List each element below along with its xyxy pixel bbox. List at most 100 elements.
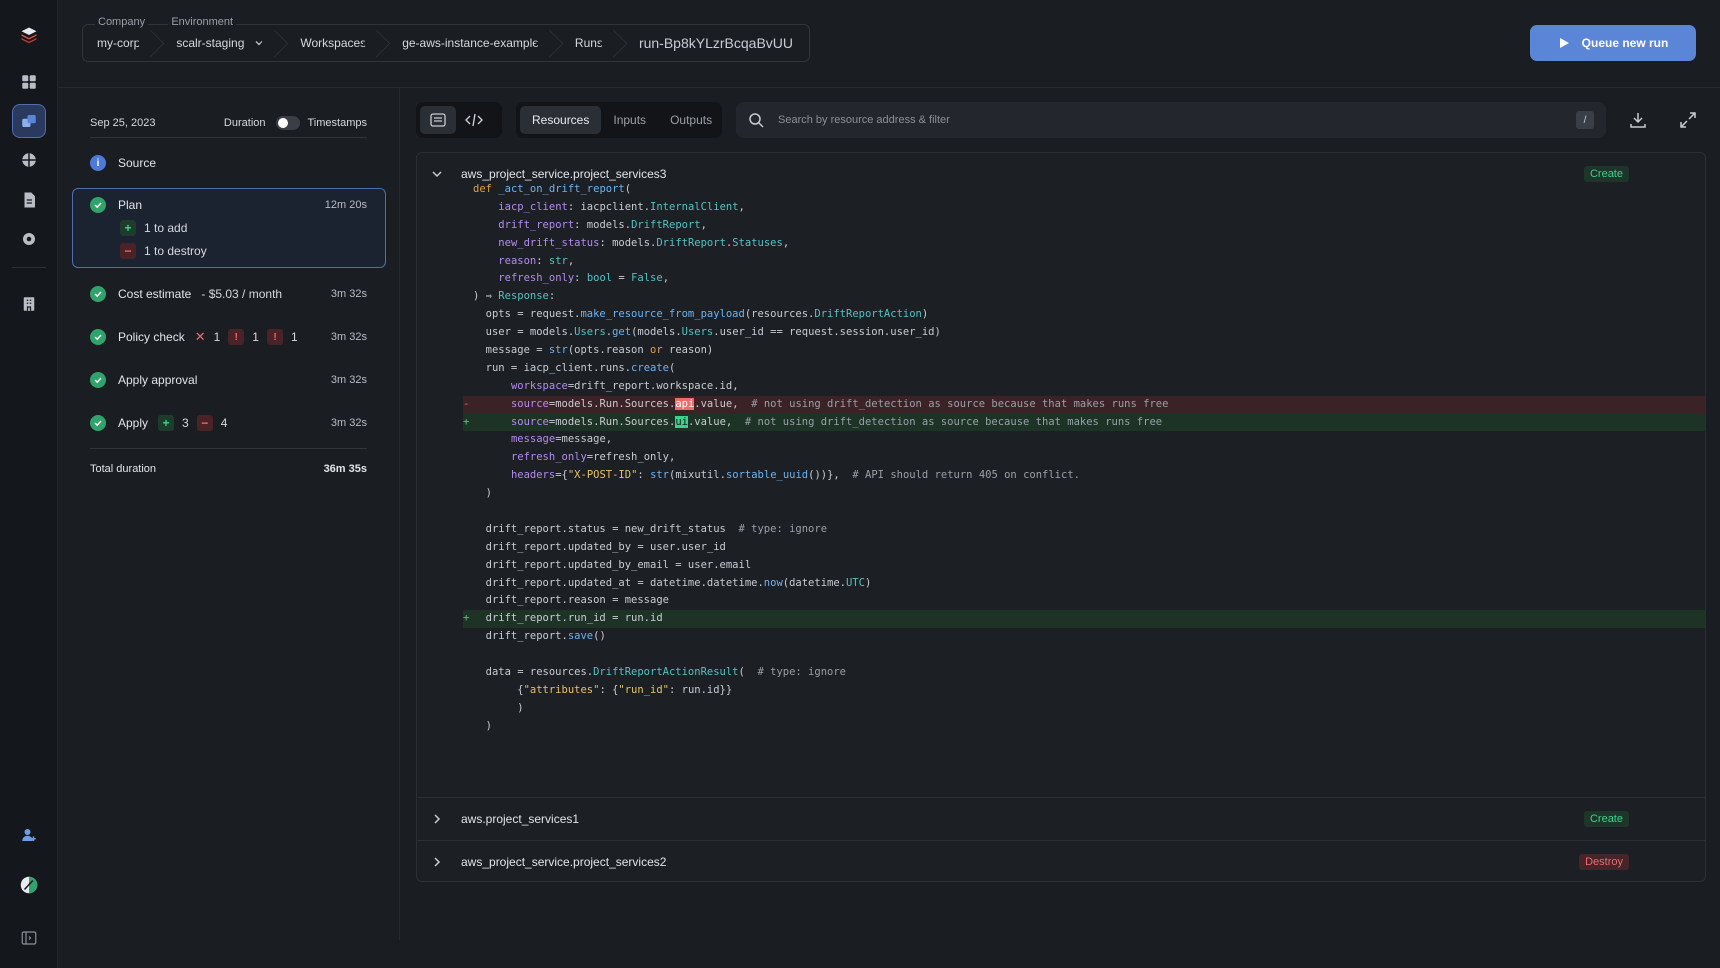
runs-link[interactable]: Runs: [575, 36, 603, 50]
step-apply-approval[interactable]: Apply approval 3m 32s: [90, 369, 367, 391]
step-apply[interactable]: Apply + 3 − 4 3m 32s: [90, 412, 367, 434]
company-value: my-corp: [97, 36, 141, 50]
check-circle-icon: [90, 286, 106, 302]
step-cost-time: 3m 32s: [330, 288, 367, 300]
policy-results: ✕ 1 ! 1 ! 1: [195, 329, 298, 345]
step-plan-header[interactable]: Plan 12m 20s: [90, 194, 367, 216]
step-approval-time: 3m 32s: [330, 374, 367, 386]
chevron-down-icon[interactable]: [429, 166, 445, 182]
status-badge: Create: [1583, 811, 1629, 827]
duration-timestamps-toggle[interactable]: [275, 116, 300, 130]
plus-icon: +: [120, 220, 136, 236]
status-badge: Destroy: [1579, 854, 1629, 870]
code-icon: [465, 113, 483, 127]
step-policy-check[interactable]: Policy check ✕ 1 ! 1 ! 1 3m 32s: [90, 326, 367, 348]
add-user-icon[interactable]: [12, 818, 46, 852]
list-view-button[interactable]: [420, 106, 456, 134]
workspace-link[interactable]: ge-aws-instance-example: [402, 36, 539, 50]
building-icon[interactable]: [12, 287, 46, 321]
resource-search[interactable]: Search by resource address & filter /: [736, 102, 1606, 138]
panel-toolbar: Sep 25, 2023 Duration Timestamps: [90, 108, 367, 138]
step-cost-label: Cost estimate: [118, 287, 192, 301]
modules-icon[interactable]: [12, 143, 46, 177]
environment-name: scalr-staging: [176, 36, 245, 50]
warning-icon: !: [228, 329, 245, 345]
check-circle-icon: [90, 372, 106, 388]
environment-label: Environment: [168, 16, 237, 28]
workspaces-link[interactable]: Workspaces: [300, 36, 366, 50]
chevron-right-icon[interactable]: [429, 811, 445, 827]
total-duration-label: Total duration: [90, 463, 157, 475]
environment-value: scalr-staging: [176, 36, 264, 50]
diff-removed-line: - source=models.Run.Sources.api.value, #…: [463, 395, 1705, 414]
step-source[interactable]: i Source: [90, 152, 367, 174]
resource-tabs: Resources Inputs Outputs: [516, 102, 722, 138]
expand-icon: [1680, 112, 1696, 128]
resource-row[interactable]: aws_project_service.project_services2 De…: [417, 841, 1705, 881]
diff-added-line: + source=models.Run.Sources.ui.value, # …: [463, 413, 1705, 432]
apply-results: + 3 − 4: [158, 415, 227, 431]
settings-icon[interactable]: [12, 222, 46, 256]
run-id: run-Bp8kYLzrBcqaBvUU: [638, 35, 793, 51]
rail-divider: [12, 267, 46, 268]
list-view-icon: [430, 113, 446, 127]
code-view-button[interactable]: [456, 106, 492, 134]
company-label: Company: [95, 16, 149, 28]
step-approval-label: Apply approval: [118, 373, 198, 387]
policy-warn2-count: 1: [290, 330, 298, 344]
queue-new-run-button[interactable]: Queue new run: [1530, 25, 1696, 61]
breadcrumb-company[interactable]: Company my-corp: [83, 16, 156, 61]
resource-code-diff: def _act_on_drift_report( iacp_client: i…: [463, 181, 1705, 736]
resource-address: aws_project_service.project_services2: [461, 855, 667, 869]
warning-icon: !: [266, 329, 283, 345]
resource-address: aws_project_service.project_services3: [461, 167, 667, 181]
failed-icon: ✕: [194, 329, 206, 344]
reports-icon[interactable]: [12, 183, 46, 217]
total-duration-value: 36m 35s: [323, 463, 367, 475]
plan-to-destroy-label: 1 to destroy: [144, 244, 207, 258]
breadcrumb-workspace[interactable]: ge-aws-instance-example: [382, 25, 555, 61]
breadcrumb: Company my-corp Environment scalr-stagin…: [82, 16, 810, 62]
queue-button-label: Queue new run: [1581, 36, 1669, 50]
duration-label: Duration: [223, 117, 266, 129]
plan-to-add-label: 1 to add: [144, 221, 188, 235]
tab-inputs[interactable]: Inputs: [601, 106, 658, 134]
tab-resources[interactable]: Resources: [520, 106, 602, 134]
dashboard-icon[interactable]: [12, 65, 46, 99]
check-circle-icon: [90, 329, 106, 345]
chevron-down-icon: [255, 41, 263, 46]
download-button[interactable]: [1626, 108, 1650, 132]
plus-icon: +: [158, 415, 175, 431]
breadcrumb-environment[interactable]: Environment scalr-staging: [156, 16, 280, 61]
plan-to-destroy: − 1 to destroy: [120, 242, 207, 260]
workspaces-icon[interactable]: [12, 104, 46, 138]
step-policy-time: 3m 32s: [330, 331, 367, 343]
tab-outputs[interactable]: Outputs: [658, 106, 724, 134]
check-circle-icon: [90, 415, 106, 431]
plan-to-add: + 1 to add: [120, 219, 187, 237]
resource-row[interactable]: aws.project_services1 Create: [417, 798, 1705, 840]
step-plan-label: Plan: [118, 198, 143, 212]
resources-list: aws_project_service.project_services3 Cr…: [416, 152, 1706, 882]
policy-warn1-count: 1: [252, 330, 259, 344]
panel-divider: [90, 448, 367, 449]
view-mode-toggle: [416, 102, 502, 138]
minus-icon: −: [120, 243, 136, 259]
search-shortcut: /: [1576, 111, 1594, 129]
status-badge: Create: [1583, 166, 1629, 182]
expand-sidebar-icon[interactable]: [12, 921, 46, 955]
avatar[interactable]: [12, 868, 46, 902]
chevron-right-icon[interactable]: [429, 854, 445, 870]
play-icon: [1559, 38, 1569, 48]
logo-icon[interactable]: [12, 18, 46, 52]
fullscreen-button[interactable]: [1676, 108, 1700, 132]
step-policy-label: Policy check: [118, 330, 185, 344]
app-root: Company my-corp Environment scalr-stagin…: [0, 0, 1720, 968]
breadcrumb-runs[interactable]: Runs: [555, 25, 619, 61]
step-cost-estimate[interactable]: Cost estimate - $5.03 / month 3m 32s: [90, 283, 367, 305]
info-icon: i: [90, 155, 106, 171]
policy-failed-count: 1: [213, 330, 221, 344]
breadcrumb-workspaces[interactable]: Workspaces: [280, 25, 382, 61]
timestamps-label: Timestamps: [307, 117, 368, 129]
search-input[interactable]: Search by resource address & filter: [778, 114, 950, 126]
